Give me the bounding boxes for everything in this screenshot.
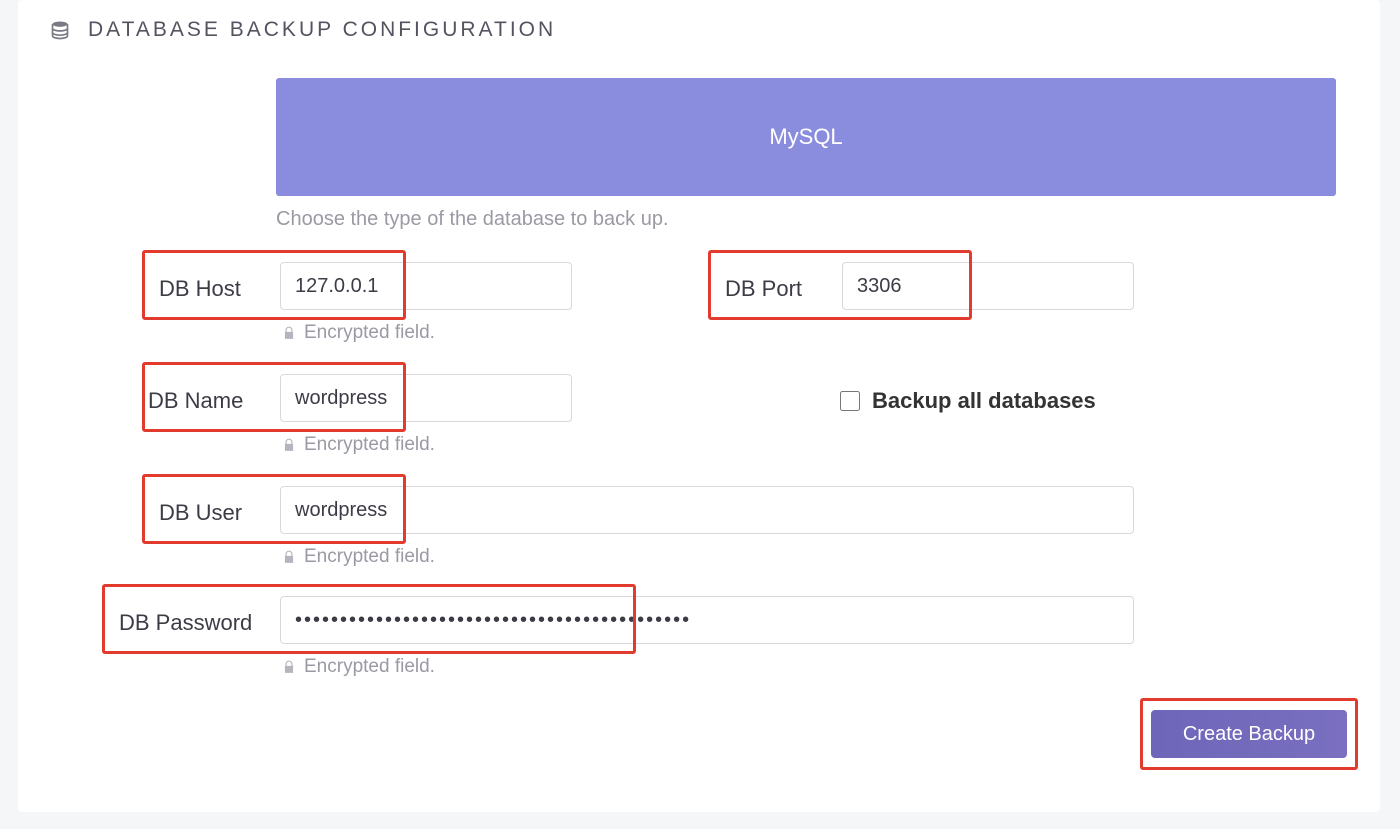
db-name-input[interactable] <box>280 374 572 422</box>
db-type-selected-label: MySQL <box>769 124 842 150</box>
lock-icon <box>282 549 296 565</box>
card-title: DATABASE BACKUP CONFIGURATION <box>88 18 556 42</box>
db-name-label: DB Name <box>148 388 243 414</box>
db-user-input[interactable] <box>280 486 1134 534</box>
db-type-hint: Choose the type of the database to back … <box>276 208 669 231</box>
db-host-label: DB Host <box>159 276 241 302</box>
db-port-label: DB Port <box>725 276 802 302</box>
db-user-encrypted-hint: Encrypted field. <box>282 546 435 568</box>
config-card: DATABASE BACKUP CONFIGURATION MySQL Choo… <box>18 0 1380 812</box>
db-user-label: DB User <box>159 500 242 526</box>
card-header: DATABASE BACKUP CONFIGURATION <box>50 18 556 42</box>
backup-all-checkbox-wrap[interactable]: Backup all databases <box>836 388 1096 414</box>
lock-icon <box>282 437 296 453</box>
db-type-selector[interactable]: MySQL <box>276 78 1336 196</box>
db-port-input[interactable] <box>842 262 1134 310</box>
lock-icon <box>282 325 296 341</box>
db-host-encrypted-hint: Encrypted field. <box>282 322 435 344</box>
create-backup-button[interactable]: Create Backup <box>1151 710 1347 758</box>
db-password-encrypted-hint: Encrypted field. <box>282 656 435 678</box>
db-password-label: DB Password <box>119 610 252 636</box>
backup-all-checkbox[interactable] <box>840 391 860 411</box>
db-name-encrypted-hint: Encrypted field. <box>282 434 435 456</box>
lock-icon <box>282 659 296 675</box>
database-icon <box>50 19 70 41</box>
db-host-input[interactable] <box>280 262 572 310</box>
db-password-input[interactable] <box>280 596 1134 644</box>
backup-all-label: Backup all databases <box>872 388 1096 414</box>
